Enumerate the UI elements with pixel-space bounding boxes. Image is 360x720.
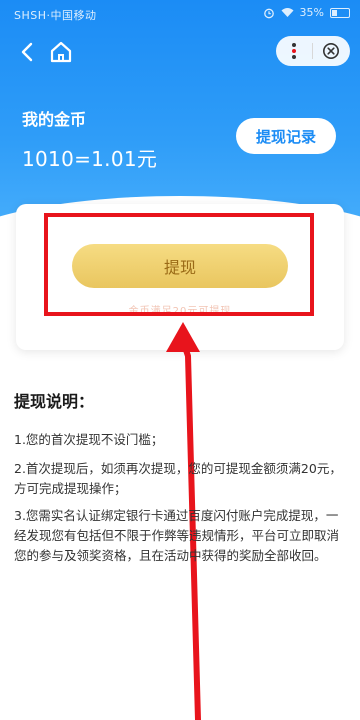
withdraw-records-button[interactable]: 提现记录 [236, 118, 336, 154]
home-icon [50, 41, 72, 63]
rule-item-3: 3.您需实名认证绑定银行卡通过百度闪付账户完成提现，一经发现您有包括但不限于作弊… [14, 508, 340, 563]
battery-level [332, 9, 337, 16]
back-chevron-icon [21, 42, 33, 62]
annotation-highlight-box [44, 213, 314, 316]
status-icons: 35% [263, 6, 350, 19]
status-bar: SHSH·中国移动 35% [0, 0, 360, 28]
home-button[interactable] [48, 38, 74, 66]
wifi-icon [281, 8, 294, 17]
carrier-text: SHSH·中国移动 [14, 9, 97, 22]
more-button[interactable] [276, 36, 312, 66]
rule-item-1: 1.您的首次提现不设门槛； [14, 432, 164, 447]
navigation-bar [0, 34, 360, 70]
coins-label: 我的金币 [22, 110, 87, 129]
mini-app-capsule [276, 36, 350, 66]
more-dots-icon [292, 43, 296, 59]
close-button[interactable] [313, 36, 349, 66]
battery-percent: 35% [299, 6, 324, 19]
back-button[interactable] [16, 38, 40, 66]
coins-value: 1010=1.01元 [22, 147, 158, 171]
alarm-icon [263, 8, 274, 18]
rule-item-2: 2.首次提现后，如须再次提现，您的可提现金额须满20元，方可完成提现操作； [14, 461, 342, 496]
battery-icon [330, 7, 350, 18]
rules-title: 提现说明： [14, 392, 95, 411]
close-circle-icon [323, 43, 339, 59]
